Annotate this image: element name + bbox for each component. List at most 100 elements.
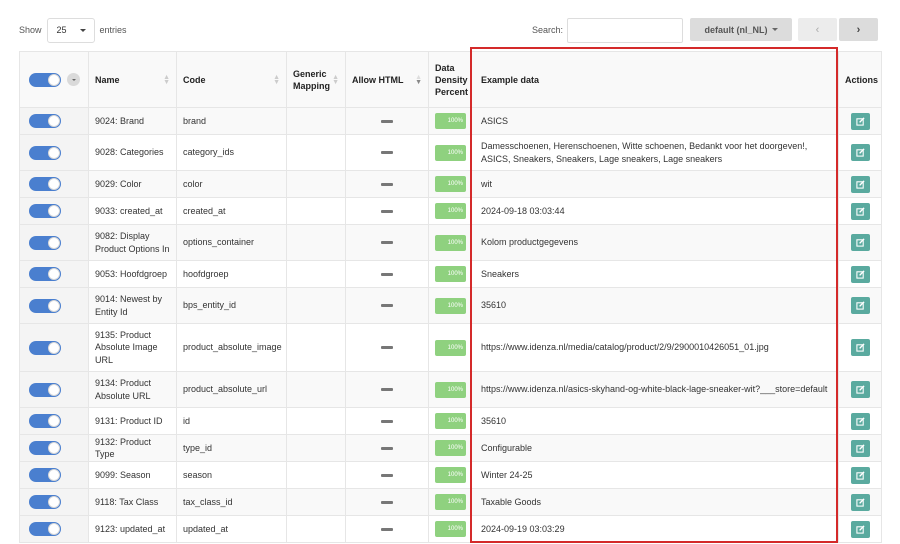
header-example-data: Example data bbox=[471, 51, 839, 108]
generic-mapping-cell[interactable] bbox=[286, 197, 346, 225]
generic-mapping-cell[interactable] bbox=[286, 260, 346, 288]
enabled-cell bbox=[19, 287, 89, 324]
example-data-value: Damesschoenen, Herenschoenen, Witte scho… bbox=[481, 141, 808, 164]
attributes-table: Name ▲ ▼ Code ▲ ▼ Generic Mapping ▲ ▼ Allow HT… bbox=[19, 51, 882, 543]
previous-page-button[interactable]: ‹ bbox=[798, 18, 837, 41]
sort-desc-icon: ▲ ▼ bbox=[415, 73, 422, 86]
enabled-toggle[interactable] bbox=[29, 382, 61, 397]
edit-button[interactable] bbox=[850, 175, 870, 193]
enabled-toggle[interactable] bbox=[29, 495, 61, 509]
table-row: 9123: updated_at updated_at 100% 2024-09… bbox=[19, 515, 882, 543]
header-allow-html[interactable]: Allow HTML ▲ ▼ bbox=[345, 51, 429, 108]
dash-icon bbox=[381, 388, 393, 391]
density-badge: 100% bbox=[435, 176, 466, 192]
density-badge: 100% bbox=[435, 521, 466, 537]
dash-icon bbox=[381, 346, 393, 349]
edit-button[interactable] bbox=[850, 466, 870, 484]
example-data-value: 2024-09-18 03:03:44 bbox=[481, 205, 565, 216]
generic-mapping-cell[interactable] bbox=[286, 407, 346, 435]
edit-button[interactable] bbox=[850, 234, 870, 251]
header-code[interactable]: Code ▲ ▼ bbox=[176, 51, 287, 108]
edit-button[interactable] bbox=[850, 144, 870, 161]
edit-button[interactable] bbox=[850, 297, 870, 314]
edit-button[interactable] bbox=[850, 339, 870, 356]
enabled-toggle[interactable] bbox=[29, 468, 61, 482]
generic-mapping-cell[interactable] bbox=[286, 371, 346, 408]
enabled-cell bbox=[19, 170, 89, 198]
enabled-cell bbox=[19, 371, 89, 408]
example-data-cell: 35610 bbox=[471, 287, 839, 324]
attribute-code: category_ids bbox=[183, 147, 235, 158]
header-toggle-all bbox=[19, 51, 89, 108]
table-row: 9029: Color color 100% wit bbox=[19, 170, 882, 198]
example-data-cell: wit bbox=[471, 170, 839, 198]
name-cell: 9014: Newest by Entity Id bbox=[88, 287, 177, 324]
name-cell: 9131: Product ID bbox=[88, 407, 177, 435]
entries-per-page-select[interactable]: 25 bbox=[46, 17, 95, 43]
edit-icon bbox=[855, 179, 865, 189]
generic-mapping-cell[interactable] bbox=[286, 134, 346, 171]
edit-button[interactable] bbox=[850, 112, 870, 130]
attribute-name: 9014: Newest by Entity Id bbox=[95, 294, 163, 317]
edit-button[interactable] bbox=[850, 412, 870, 430]
dash-icon bbox=[381, 304, 393, 307]
code-cell: tax_class_id bbox=[176, 488, 287, 516]
attribute-code: hoofdgroep bbox=[183, 268, 229, 279]
attribute-code: options_container bbox=[183, 237, 255, 248]
enabled-toggle[interactable] bbox=[29, 204, 61, 218]
enabled-toggle[interactable] bbox=[29, 114, 61, 128]
generic-mapping-cell[interactable] bbox=[286, 170, 346, 198]
edit-button[interactable] bbox=[850, 265, 870, 283]
bulk-actions-dropdown[interactable] bbox=[67, 73, 80, 86]
edit-button[interactable] bbox=[850, 520, 870, 538]
edit-button[interactable] bbox=[850, 439, 870, 457]
enabled-toggle[interactable] bbox=[29, 522, 61, 536]
edit-icon bbox=[855, 343, 865, 352]
next-page-button[interactable]: › bbox=[839, 18, 878, 41]
edit-button[interactable] bbox=[850, 381, 870, 398]
density-cell: 100% bbox=[428, 323, 472, 372]
enabled-cell bbox=[19, 260, 89, 288]
header-name[interactable]: Name ▲ ▼ bbox=[88, 51, 177, 108]
enabled-toggle[interactable] bbox=[29, 267, 61, 281]
enabled-toggle[interactable] bbox=[29, 235, 61, 250]
enabled-cell bbox=[19, 434, 89, 462]
example-data-cell: https://www.idenza.nl/media/catalog/prod… bbox=[471, 323, 839, 372]
code-cell: options_container bbox=[176, 224, 287, 261]
header-data-density[interactable]: Data Density Percent bbox=[428, 51, 472, 108]
generic-mapping-cell[interactable] bbox=[286, 461, 346, 489]
attribute-code: season bbox=[183, 469, 213, 480]
example-data-value: Kolom productgegevens bbox=[481, 237, 579, 248]
search-input[interactable] bbox=[567, 17, 684, 43]
edit-button[interactable] bbox=[850, 202, 870, 220]
enabled-toggle[interactable] bbox=[29, 298, 61, 313]
header-generic-mapping[interactable]: Generic Mapping ▲ ▼ bbox=[286, 51, 346, 108]
allow-html-cell bbox=[345, 461, 429, 489]
example-data-value: https://www.idenza.nl/asics-skyhand-og-w… bbox=[481, 384, 828, 395]
enabled-toggle[interactable] bbox=[29, 340, 61, 355]
density-badge: 100% bbox=[435, 297, 466, 314]
entries-per-page-value: 25 bbox=[56, 25, 67, 35]
enabled-toggle[interactable] bbox=[29, 441, 61, 455]
table-row: 9053: Hoofdgroep hoofdgroep 100% Sneaker… bbox=[19, 260, 882, 288]
table-header-row: Name ▲ ▼ Code ▲ ▼ Generic Mapping ▲ ▼ Allow HT… bbox=[19, 51, 882, 108]
table-row: 9024: Brand brand 100% ASICS bbox=[19, 107, 882, 135]
generic-mapping-cell[interactable] bbox=[286, 224, 346, 261]
enabled-toggle[interactable] bbox=[29, 414, 61, 428]
enabled-toggle[interactable] bbox=[29, 177, 61, 191]
edit-button[interactable] bbox=[850, 493, 870, 511]
generic-mapping-cell[interactable] bbox=[286, 287, 346, 324]
generic-mapping-cell[interactable] bbox=[286, 434, 346, 462]
sort-icon: ▲ ▼ bbox=[332, 73, 339, 86]
toggle-all-switch[interactable] bbox=[29, 72, 61, 87]
generic-mapping-cell[interactable] bbox=[286, 488, 346, 516]
example-data-cell: Winter 24-25 bbox=[471, 461, 839, 489]
generic-mapping-cell[interactable] bbox=[286, 323, 346, 372]
generic-mapping-cell[interactable] bbox=[286, 107, 346, 135]
attribute-name: 9123: updated_at bbox=[95, 523, 166, 534]
enabled-toggle[interactable] bbox=[29, 145, 61, 160]
code-cell: bps_entity_id bbox=[176, 287, 287, 324]
generic-mapping-cell[interactable] bbox=[286, 515, 346, 543]
attribute-name: 9029: Color bbox=[95, 178, 142, 189]
store-selector-button[interactable]: default (nl_NL) bbox=[690, 18, 792, 41]
